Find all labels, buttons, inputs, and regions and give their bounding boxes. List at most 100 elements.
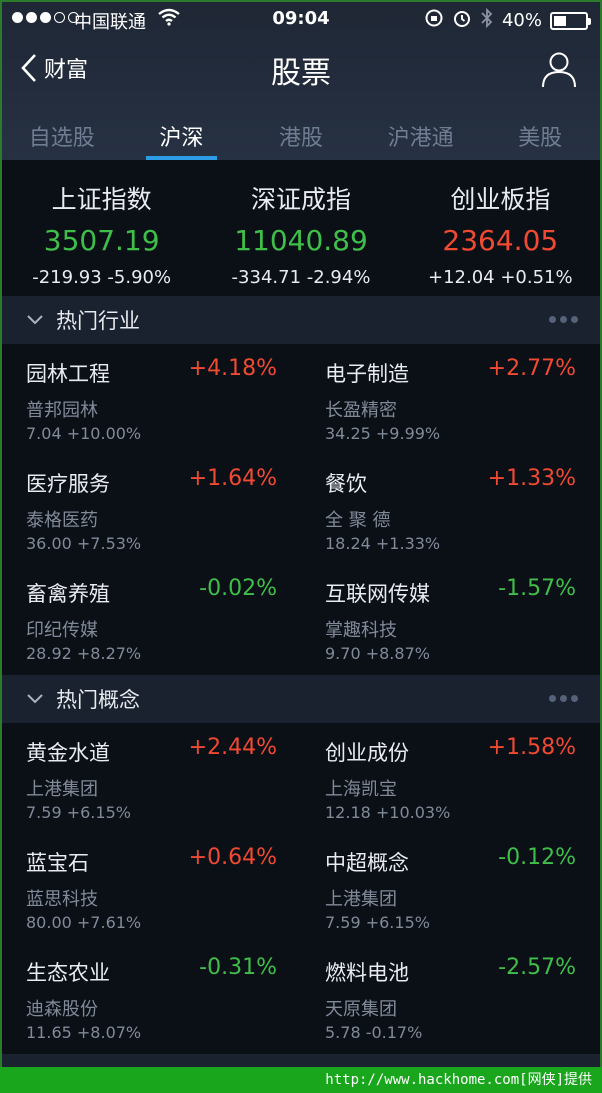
battery-icon <box>550 11 591 30</box>
leading-stock: 上海凯宝 <box>325 779 397 800</box>
leading-stock: 掌趣科技 <box>325 620 397 641</box>
concept-name: 黄金水道 <box>26 741 110 765</box>
concept-name: 生态农业 <box>26 961 110 985</box>
sector-change: +1.33% <box>487 466 576 491</box>
leading-stock: 泰格医药 <box>26 510 98 531</box>
index-value: 3507.19 <box>43 224 160 257</box>
sector-item[interactable]: 互联网传媒 -1.57% 掌趣科技 9.70 +8.87% <box>301 564 600 674</box>
concept-item[interactable]: 创业成份 +1.58% 上海凯宝 12.18 +10.03% <box>301 723 600 833</box>
sector-item[interactable]: 畜禽养殖 -0.02% 印纪传媒 28.92 +8.27% <box>2 564 301 674</box>
tab-watchlist[interactable]: 自选股 <box>2 112 122 160</box>
bluetooth-icon <box>480 7 494 33</box>
sector-change: +4.18% <box>188 356 277 381</box>
section-header-hot-industries[interactable]: 热门行业 <box>2 296 600 344</box>
concept-item[interactable]: 蓝宝石 +0.64% 蓝思科技 80.00 +7.61% <box>2 833 301 943</box>
index-name: 上证指数 <box>51 185 152 214</box>
section-title: 热门行业 <box>56 309 140 333</box>
sector-change: -1.57% <box>498 576 576 601</box>
sector-change: -0.02% <box>199 576 277 601</box>
alarm-icon <box>452 8 472 33</box>
concept-item[interactable]: 燃料电池 -2.57% 天原集团 5.78 -0.17% <box>301 943 600 1053</box>
index-value: 2364.05 <box>442 224 559 257</box>
hot-industries-grid: 园林工程 +4.18% 普邦园林 7.04 +10.00% 电子制造 +2.77… <box>2 344 600 674</box>
index-name: 深证成指 <box>250 185 351 214</box>
sector-name: 电子制造 <box>325 362 409 386</box>
watermark: http://www.hackhome.com[网侠]提供 <box>0 1067 602 1093</box>
stock-quote: 7.59 +6.15% <box>325 913 430 932</box>
sector-name: 畜禽养殖 <box>26 582 110 606</box>
index-value: 11040.89 <box>234 224 368 257</box>
concept-change: -0.12% <box>498 845 576 870</box>
sector-change: +1.64% <box>188 466 277 491</box>
nav-bar: 财富 股票 <box>2 42 600 100</box>
market-tabs: 自选股 沪深 港股 沪港通 美股 <box>2 112 600 160</box>
sector-name: 园林工程 <box>26 362 110 386</box>
leading-stock: 蓝思科技 <box>26 889 98 910</box>
concept-change: -2.57% <box>498 955 576 980</box>
stock-quote: 9.70 +8.87% <box>325 644 430 663</box>
sector-change: +2.77% <box>487 356 576 381</box>
stock-quote: 34.25 +9.99% <box>325 424 441 443</box>
concept-change: +2.44% <box>188 735 277 760</box>
index-card[interactable]: 深证成指 11040.89 -334.71 -2.94% <box>201 160 400 294</box>
concept-item[interactable]: 中超概念 -0.12% 上港集团 7.59 +6.15% <box>301 833 600 943</box>
concept-item[interactable]: 生态农业 -0.31% 迪森股份 11.65 +8.07% <box>2 943 301 1053</box>
concept-change: -0.31% <box>199 955 277 980</box>
stock-quote: 7.04 +10.00% <box>26 424 142 443</box>
concept-name: 燃料电池 <box>325 961 409 985</box>
leading-stock: 迪森股份 <box>26 999 98 1020</box>
tab-shanghai-shenzhen[interactable]: 沪深 <box>122 112 242 160</box>
index-change: +12.04 +0.51% <box>428 267 573 288</box>
tab-stock-connect[interactable]: 沪港通 <box>361 112 481 160</box>
leading-stock: 天原集团 <box>325 999 397 1020</box>
rotation-lock-icon <box>424 8 444 33</box>
stock-quote: 36.00 +7.53% <box>26 534 142 553</box>
battery-percent: 40% <box>501 10 542 31</box>
concept-item[interactable]: 黄金水道 +2.44% 上港集团 7.59 +6.15% <box>2 723 301 833</box>
concept-change: +1.58% <box>487 735 576 760</box>
leading-stock: 长盈精密 <box>325 400 397 421</box>
concept-change: +0.64% <box>188 845 277 870</box>
section-title: 热门概念 <box>56 688 140 712</box>
leading-stock: 印纪传媒 <box>26 620 98 641</box>
concept-name: 创业成份 <box>325 741 409 765</box>
index-change: -219.93 -5.90% <box>32 267 172 288</box>
sector-name: 医疗服务 <box>26 472 110 496</box>
concept-name: 中超概念 <box>325 851 409 875</box>
index-card[interactable]: 创业板指 2364.05 +12.04 +0.51% <box>401 160 600 294</box>
status-bar: 中国联通 09:04 40% <box>2 2 600 38</box>
leading-stock: 上港集团 <box>26 779 98 800</box>
stock-quote: 18.24 +1.33% <box>325 534 441 553</box>
page-title: 股票 <box>271 56 331 91</box>
sector-name: 互联网传媒 <box>325 582 430 606</box>
leading-stock: 全 聚 德 <box>325 510 391 531</box>
header-area: 中国联通 09:04 40% 财富 股票 自选股 沪深 港股 沪港通 美股 <box>2 2 600 160</box>
sector-item[interactable]: 餐饮 +1.33% 全 聚 德 18.24 +1.33% <box>301 454 600 564</box>
index-change: -334.71 -2.94% <box>231 267 371 288</box>
tab-hong-kong[interactable]: 港股 <box>241 112 361 160</box>
chevron-down-icon <box>27 315 43 325</box>
stock-quote: 7.59 +6.15% <box>26 803 131 822</box>
hot-concepts-grid: 黄金水道 +2.44% 上港集团 7.59 +6.15% 创业成份 +1.58%… <box>2 723 600 1053</box>
stock-quote: 11.65 +8.07% <box>26 1023 142 1042</box>
stock-quote: 12.18 +10.03% <box>325 803 451 822</box>
sector-item[interactable]: 电子制造 +2.77% 长盈精密 34.25 +9.99% <box>301 344 600 454</box>
index-card[interactable]: 上证指数 3507.19 -219.93 -5.90% <box>2 160 201 294</box>
sector-item[interactable]: 园林工程 +4.18% 普邦园林 7.04 +10.00% <box>2 344 301 454</box>
more-icon[interactable] <box>549 695 578 702</box>
chevron-down-icon <box>27 694 43 704</box>
index-name: 创业板指 <box>450 185 551 214</box>
concept-name: 蓝宝石 <box>26 851 89 875</box>
leading-stock: 上港集团 <box>325 889 397 910</box>
user-icon[interactable] <box>540 50 578 88</box>
leading-stock: 普邦园林 <box>26 400 98 421</box>
sector-name: 餐饮 <box>325 472 367 496</box>
stock-quote: 5.78 -0.17% <box>325 1023 423 1042</box>
stock-quote: 80.00 +7.61% <box>26 913 142 932</box>
stock-quote: 28.92 +8.27% <box>26 644 142 663</box>
sector-item[interactable]: 医疗服务 +1.64% 泰格医药 36.00 +7.53% <box>2 454 301 564</box>
tab-us-stocks[interactable]: 美股 <box>480 112 600 160</box>
more-icon[interactable] <box>549 316 578 323</box>
section-header-hot-concepts[interactable]: 热门概念 <box>2 675 600 723</box>
index-summary: 上证指数 3507.19 -219.93 -5.90% 深证成指 11040.8… <box>2 160 600 294</box>
